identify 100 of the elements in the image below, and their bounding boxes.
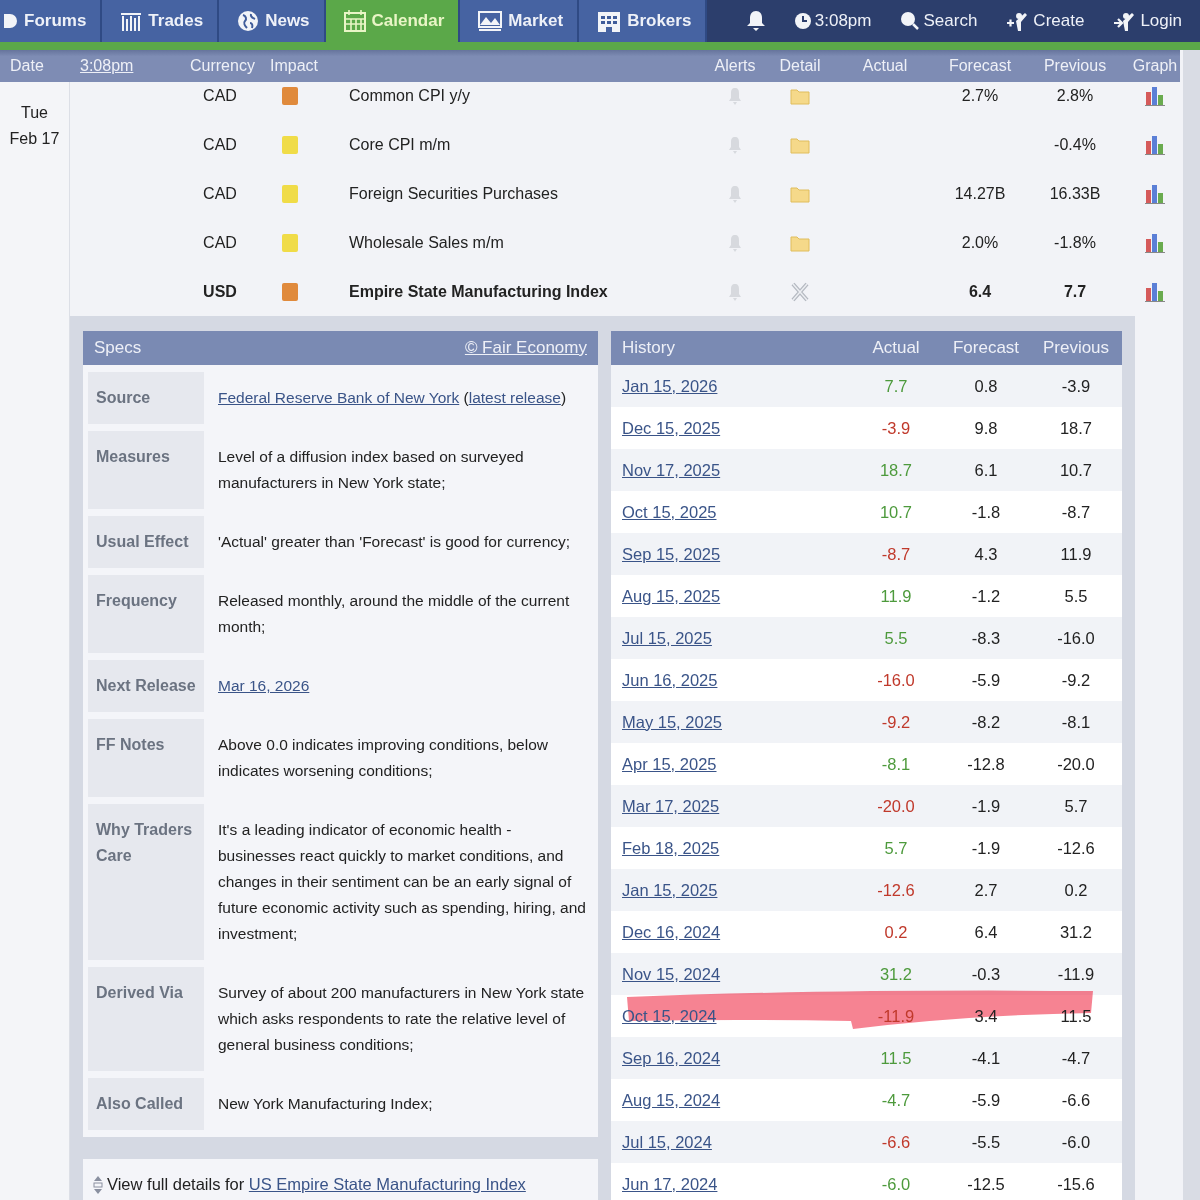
forecast-cell-text: -1.2 (970, 586, 1002, 606)
column-header: Detail (779, 57, 821, 74)
history-date-link[interactable]: Feb 18, 2025 (611, 838, 856, 858)
forecast-cell-text: -8.2 (970, 712, 1002, 732)
spec-label: Also Called (88, 1078, 204, 1130)
spec-link[interactable]: Mar 16, 2026 (218, 677, 310, 694)
clock-icon (794, 13, 811, 29)
column-header: Previous (1043, 57, 1107, 74)
spec-label: FF Notes (88, 719, 204, 797)
search-button[interactable]: Search (901, 11, 978, 31)
spec-value: Released monthly, around the middle of the current month; (217, 591, 571, 637)
history-date-link[interactable]: Jun 17, 2024 (611, 1174, 856, 1194)
history-date-link[interactable]: Jul 15, 2024 (611, 1132, 856, 1152)
history-date-link[interactable]: Sep 15, 2025 (611, 544, 856, 564)
event-name[interactable]: Foreign Securities Purchases (320, 184, 700, 203)
history-date-link[interactable]: Jul 15, 2025 (611, 628, 856, 648)
close-icon[interactable] (791, 281, 809, 302)
folder-icon[interactable] (790, 184, 810, 203)
folder-icon[interactable] (790, 135, 810, 154)
details-link[interactable]: US Empire State Manufacturing Index (248, 1175, 526, 1193)
bar-chart-icon[interactable] (1145, 85, 1165, 106)
previous-cell-text: 31.2 (1058, 922, 1094, 942)
actual-cell-text: -16.0 (876, 670, 916, 690)
history-date-link[interactable]: Nov 17, 2025 (611, 460, 856, 480)
spec-label: Source (88, 372, 204, 424)
bar-chart-icon (120, 10, 143, 32)
event-name[interactable]: Wholesale Sales m/m (320, 233, 700, 252)
clock-button[interactable]: 3:08pm (794, 11, 872, 31)
previous-cell-text: 7.7 (1062, 282, 1088, 301)
actual-cell-text: -6.6 (880, 1132, 912, 1152)
folder-icon[interactable] (790, 86, 810, 105)
actual-cell-text: -8.1 (880, 754, 912, 774)
panel-title: Specs (94, 338, 142, 358)
nav-tab[interactable]: News (219, 0, 326, 42)
date-label: Feb 17 (9, 129, 60, 149)
history-date-link[interactable]: Dec 16, 2024 (611, 922, 856, 942)
history-date-link[interactable]: Jan 15, 2026 (611, 376, 856, 396)
column-header: Previous (1041, 338, 1111, 358)
bell-icon[interactable] (746, 10, 765, 32)
history-date-link[interactable]: Dec 15, 2025 (611, 418, 856, 438)
forecast-cell-text: -12.8 (966, 754, 1006, 774)
event-name[interactable]: Common CPI y/y (320, 86, 700, 105)
spec-label: Derived Via (88, 967, 204, 1071)
nav-tab[interactable]: Market (460, 0, 580, 42)
nav-tab[interactable]: Brokers (579, 0, 708, 42)
nav-tab[interactable]: Forums (0, 0, 103, 42)
forecast-cell-text: -1.9 (970, 796, 1002, 816)
forecast-cell-text: -1.8 (970, 502, 1002, 522)
bar-chart-icon[interactable] (1145, 183, 1165, 204)
spec-link[interactable]: latest release (468, 389, 561, 406)
history-date-link[interactable]: Jun 16, 2025 (611, 670, 856, 690)
spec-value: It's a leading indicator of economic health - businesses react quickly to market conditions, and changes in their sentiment can be an early signal of future economic activity such as spending, hiring, and investment; (217, 820, 587, 944)
actual-cell-text: 18.7 (878, 460, 914, 480)
forecast-cell-text: 14.27B (953, 184, 1007, 203)
forecast-cell-text: 2.7% (960, 86, 1000, 105)
history-date-link[interactable]: Aug 15, 2025 (611, 586, 856, 606)
previous-cell-text: -15.6 (1056, 1174, 1096, 1194)
spec-value: Above 0.0 indicates improving conditions, below indicates worsening conditions; (217, 735, 549, 781)
actual-cell-text: -8.7 (880, 544, 912, 564)
actual-cell-text: -3.9 (880, 418, 912, 438)
spec-label: Frequency (88, 575, 204, 653)
previous-cell-text: -20.0 (1056, 754, 1096, 774)
globe-icon (237, 10, 260, 32)
spec-label: Why Traders Care (88, 804, 204, 960)
create-button[interactable]: Create (1007, 11, 1085, 31)
bar-chart-icon[interactable] (1145, 232, 1165, 253)
event-name[interactable]: Core CPI m/m (320, 135, 700, 154)
actual-cell-text: 5.7 (883, 838, 909, 858)
history-date-link[interactable]: Nov 15, 2024 (611, 964, 856, 984)
nav-tab[interactable]: Trades (102, 0, 220, 42)
spec-value: Survey of about 200 manufacturers in New York state which asks respondents to rate the relative level of general business conditions; (217, 983, 586, 1055)
history-date-link[interactable]: Sep 16, 2024 (611, 1048, 856, 1068)
actual-cell-text: 5.5 (883, 628, 909, 648)
history-date-link[interactable]: Mar 17, 2025 (611, 796, 856, 816)
actual-cell-text: 7.7 (883, 376, 909, 396)
history-date-link[interactable]: Aug 15, 2024 (611, 1090, 856, 1110)
spec-link[interactable]: Federal Reserve Bank of New York (218, 389, 460, 406)
previous-cell-text: 10.7 (1058, 460, 1094, 480)
previous-cell-text: 11.9 (1059, 544, 1093, 564)
previous-cell-text: 18.7 (1058, 418, 1094, 438)
actual-cell-text: 11.5 (879, 1048, 913, 1068)
bar-chart-icon[interactable] (1145, 134, 1165, 155)
history-date-link[interactable]: Jan 15, 2025 (611, 880, 856, 900)
previous-cell-text: -6.6 (1060, 1090, 1092, 1110)
history-date-link[interactable]: Apr 15, 2025 (611, 754, 856, 774)
previous-cell-text: -12.6 (1056, 838, 1096, 858)
login-button[interactable]: Login (1114, 11, 1182, 31)
actual-cell-text: 10.7 (878, 502, 914, 522)
spec-value: Federal Reserve Bank of New York (latest release) (217, 388, 568, 408)
folder-icon[interactable] (790, 233, 810, 252)
previous-cell-text: -16.0 (1056, 628, 1096, 648)
bar-chart-icon[interactable] (1145, 281, 1165, 302)
scrollbar[interactable] (1183, 50, 1200, 1200)
history-date-link[interactable]: May 15, 2025 (611, 712, 856, 732)
currency-cell-text: USD (202, 282, 238, 301)
event-name[interactable]: Empire State Manufacturing Index (320, 282, 700, 301)
history-date-link[interactable]: Oct 15, 2025 (611, 502, 856, 522)
actual-cell-text: -11.9 (876, 1006, 916, 1026)
forecast-cell-text: 4.3 (973, 544, 999, 564)
details-text: View full details for US Empire State Manufacturing Index (107, 1175, 526, 1194)
